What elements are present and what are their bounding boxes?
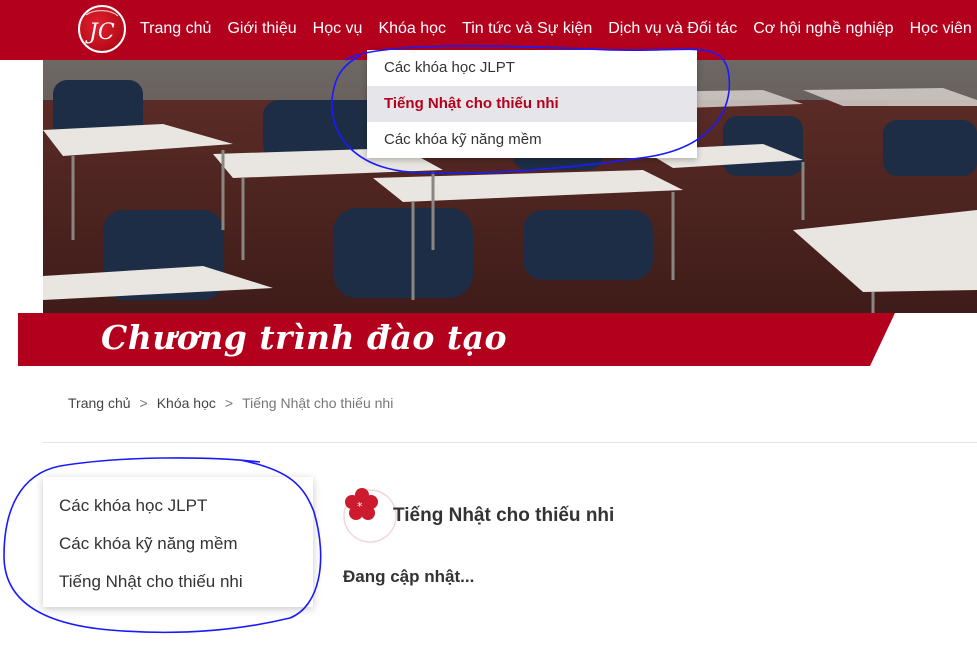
dropdown-item-soft-skills[interactable]: Các khóa kỹ năng mềm	[367, 122, 697, 158]
breadcrumb: Trang chủ > Khóa học > Tiếng Nhật cho th…	[68, 395, 393, 411]
nav-students[interactable]: Học viên	[910, 0, 972, 60]
breadcrumb-home[interactable]: Trang chủ	[68, 395, 131, 411]
sidebar-item-jlpt[interactable]: Các khóa học JLPT	[43, 487, 313, 525]
dropdown-item-kids-japanese[interactable]: Tiếng Nhật cho thiếu nhi	[367, 86, 697, 122]
dropdown-item-jlpt[interactable]: Các khóa học JLPT	[367, 50, 697, 86]
logo[interactable]: JC	[78, 5, 126, 53]
nav-about[interactable]: Giới thiệu	[227, 0, 296, 60]
svg-text:*: *	[357, 500, 363, 513]
content-body: Đang cập nhật...	[343, 567, 475, 586]
divider	[43, 442, 977, 443]
breadcrumb-current: Tiếng Nhật cho thiếu nhi	[242, 395, 394, 411]
courses-dropdown-menu: Các khóa học JLPT Tiếng Nhật cho thiếu n…	[367, 50, 697, 158]
sakura-flower-icon: *	[340, 486, 400, 546]
nav-careers[interactable]: Cơ hội nghề nghiệp	[753, 0, 893, 60]
logo-text: JC	[85, 20, 115, 45]
content-title: Tiếng Nhật cho thiếu nhi	[393, 505, 615, 526]
page-title: Chương trình đào tạo	[101, 318, 508, 357]
sidebar-item-soft-skills[interactable]: Các khóa kỹ năng mềm	[43, 525, 313, 563]
sidebar-item-kids-japanese[interactable]: Tiếng Nhật cho thiếu nhi	[43, 563, 313, 601]
breadcrumb-separator: >	[224, 395, 234, 411]
banner-slant-decoration	[870, 313, 977, 366]
breadcrumb-separator: >	[139, 395, 148, 411]
nav-home[interactable]: Trang chủ	[140, 0, 211, 60]
nav-academic[interactable]: Học vụ	[313, 0, 363, 60]
breadcrumb-courses[interactable]: Khóa học	[157, 395, 216, 411]
course-sidebar: Các khóa học JLPT Các khóa kỹ năng mềm T…	[43, 477, 313, 607]
logo-icon: JC	[85, 10, 119, 45]
